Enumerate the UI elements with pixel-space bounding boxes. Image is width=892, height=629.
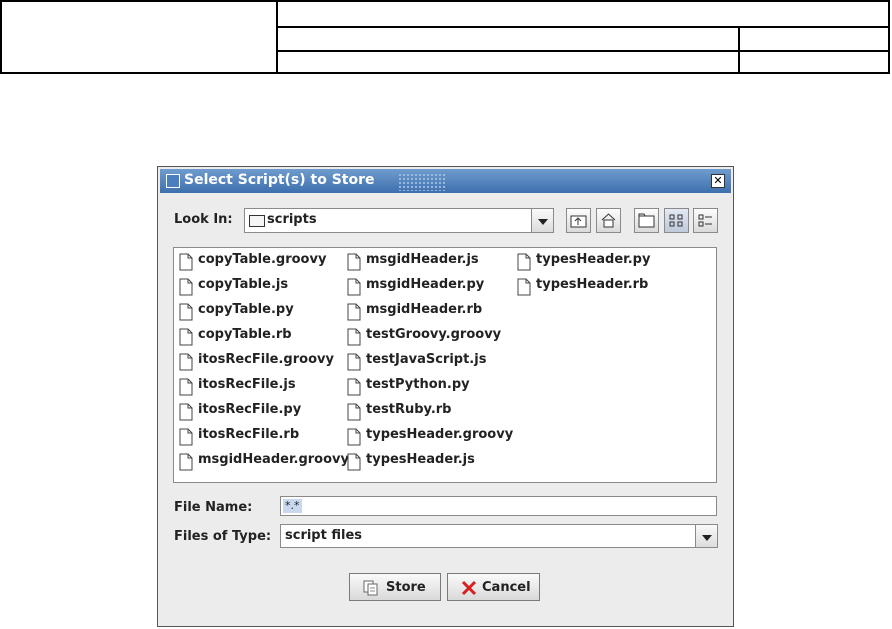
file-name: itosRecFile.rb	[198, 427, 300, 442]
file-icon	[179, 303, 193, 321]
file-icon	[179, 403, 193, 421]
file-icon	[179, 378, 193, 396]
chevron-down-icon[interactable]	[695, 525, 717, 547]
file-icon	[347, 303, 361, 321]
file-name-value: *.*	[283, 499, 302, 513]
file-list[interactable]: copyTable.groovy copyTable.js copyTable.py…	[173, 247, 717, 483]
home-icon	[601, 213, 616, 228]
file-icon	[347, 428, 361, 446]
file-name: itosRecFile.js	[198, 377, 296, 392]
details-view-button[interactable]	[693, 208, 718, 233]
header-table	[0, 0, 890, 74]
table-divider	[276, 50, 890, 52]
file-name: itosRecFile.groovy	[198, 352, 334, 367]
files-of-type-label: Files of Type:	[174, 529, 272, 544]
cancel-icon	[461, 580, 477, 596]
file-icon	[347, 253, 361, 271]
file-name: copyTable.groovy	[198, 252, 327, 267]
file-name: copyTable.py	[198, 302, 294, 317]
cancel-label: Cancel	[482, 580, 531, 595]
file-name: msgidHeader.py	[366, 277, 485, 292]
file-icon	[347, 378, 361, 396]
list-view-button[interactable]	[664, 208, 689, 233]
dialog-titlebar[interactable]: Select Script(s) to Store ✕	[160, 169, 731, 193]
titlebar-grip	[398, 173, 446, 191]
file-name: itosRecFile.py	[198, 402, 302, 417]
file-icon	[179, 428, 193, 446]
store-button[interactable]: Store	[349, 573, 441, 601]
file-name-input[interactable]: *.*	[280, 496, 717, 516]
cancel-button[interactable]: Cancel	[447, 573, 540, 601]
file-name: copyTable.js	[198, 277, 289, 292]
look-in-value: scripts	[267, 212, 317, 227]
files-of-type-combo[interactable]: script files	[280, 524, 718, 548]
file-icon	[347, 353, 361, 371]
file-name: testGroovy.groovy	[366, 327, 502, 342]
file-icon	[517, 278, 531, 296]
file-name-label: File Name:	[174, 500, 253, 515]
file-name: copyTable.rb	[198, 327, 292, 342]
file-icon	[179, 353, 193, 371]
store-icon	[363, 580, 378, 596]
look-in-combo[interactable]: scripts	[244, 208, 554, 233]
file-name: typesHeader.rb	[536, 277, 649, 292]
store-scripts-dialog: Select Script(s) to Store ✕ Look In: scr…	[157, 166, 734, 627]
file-name: typesHeader.py	[536, 252, 651, 267]
close-icon: ✕	[713, 174, 723, 187]
file-icon	[347, 453, 361, 471]
file-icon	[179, 328, 193, 346]
table-divider	[276, 2, 278, 74]
table-divider	[276, 26, 890, 28]
files-of-type-value: script files	[285, 528, 363, 543]
new-folder-icon	[638, 213, 655, 228]
file-icon	[179, 253, 193, 271]
dialog-title: Select Script(s) to Store	[184, 172, 375, 188]
home-button[interactable]	[596, 208, 621, 233]
close-button[interactable]: ✕	[711, 174, 725, 188]
store-label: Store	[386, 580, 426, 595]
file-name: msgidHeader.js	[366, 252, 479, 267]
folder-icon	[249, 215, 265, 227]
file-name: testPython.py	[366, 377, 470, 392]
file-name: testRuby.rb	[366, 402, 452, 417]
file-icon	[347, 403, 361, 421]
list-view-icon	[669, 214, 683, 227]
file-icon	[517, 253, 531, 271]
file-icon	[347, 328, 361, 346]
file-name: msgidHeader.groovy	[198, 452, 349, 467]
file-name: msgidHeader.rb	[366, 302, 483, 317]
file-icon	[179, 278, 193, 296]
look-in-label: Look In:	[174, 212, 233, 227]
new-folder-button[interactable]	[634, 208, 659, 233]
window-icon	[166, 174, 180, 188]
file-name: testJavaScript.js	[366, 352, 487, 367]
up-folder-button[interactable]	[566, 208, 591, 233]
file-name: typesHeader.groovy	[366, 427, 514, 442]
file-icon	[347, 278, 361, 296]
up-folder-icon	[570, 215, 587, 228]
file-icon	[179, 453, 193, 471]
details-view-icon	[698, 214, 712, 227]
file-name: typesHeader.js	[366, 452, 475, 467]
chevron-down-icon[interactable]	[531, 209, 553, 232]
